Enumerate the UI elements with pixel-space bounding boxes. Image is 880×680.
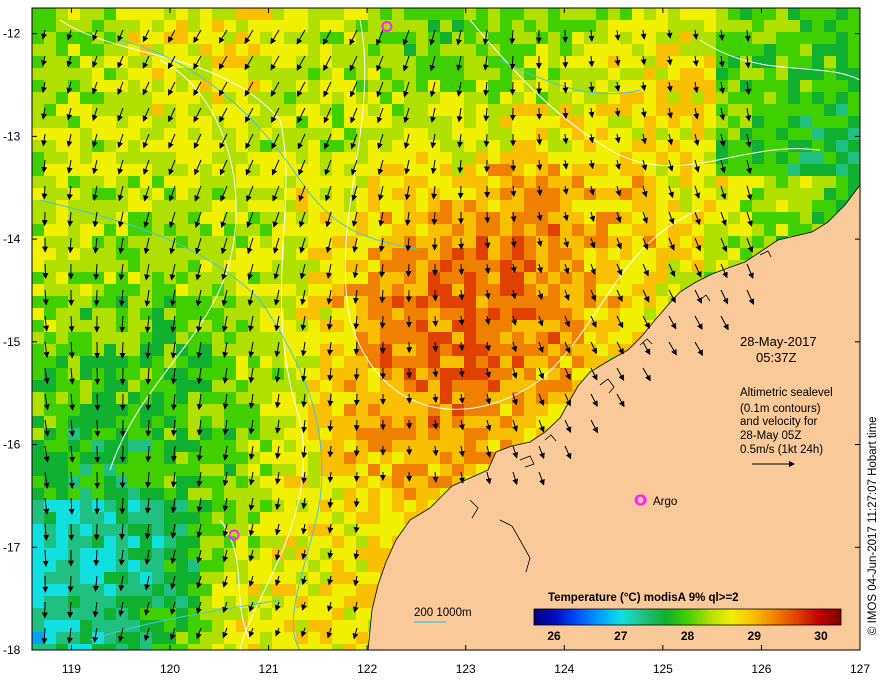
annotation-line-5: 0.5m/s (1kt 24h) bbox=[740, 444, 823, 456]
longitude-tick-label: 122 bbox=[357, 662, 377, 676]
sea-surface-temperature-map: -12 -13 -14 -15 -16 -17 -18 119 120 121 122 123 124… bbox=[3, 7, 879, 676]
colorbar-tick-label: 29 bbox=[748, 629, 762, 643]
colorbar-tick-label: 27 bbox=[614, 629, 628, 643]
latitude-tick-label: -16 bbox=[3, 438, 21, 452]
longitude-tick-label: 123 bbox=[456, 662, 476, 676]
latitude-tick-label: -15 bbox=[3, 335, 21, 349]
colorbar-tick-label: 28 bbox=[681, 629, 695, 643]
longitude-tick-label: 126 bbox=[751, 662, 771, 676]
longitude-tick-label: 119 bbox=[62, 662, 81, 676]
annotation-line-3: and velocity for bbox=[740, 416, 818, 428]
colorbar-title: Temperature (°C) modisA 9% ql>=2 bbox=[548, 592, 739, 604]
colorbar-tick-label: 30 bbox=[814, 629, 828, 643]
latitude-tick-label: -13 bbox=[3, 129, 21, 143]
colorbar-tick-label: 26 bbox=[547, 629, 561, 643]
annotation-line-1: Altimetric sealevel bbox=[740, 387, 833, 399]
longitude-tick-label: 121 bbox=[259, 662, 279, 676]
latitude-tick-label: -18 bbox=[3, 643, 21, 657]
credit-text: © IMOS 04-Jun-2017 11:27:07 Hobart time bbox=[867, 416, 879, 635]
latitude-tick-label: -17 bbox=[3, 540, 21, 554]
colorbar bbox=[533, 608, 842, 626]
latitude-tick-label: -14 bbox=[3, 232, 21, 246]
annotation-line-4: 28-May 05Z bbox=[740, 430, 801, 442]
time-label: 05:37Z bbox=[756, 350, 797, 365]
annotation-line-2: (0.1m contours) bbox=[740, 403, 821, 415]
date-label: 28-May-2017 bbox=[740, 334, 817, 349]
longitude-tick-label: 120 bbox=[160, 662, 180, 676]
isobath-legend-label: 200 1000m bbox=[414, 607, 472, 619]
latitude-tick-label: -12 bbox=[3, 27, 21, 41]
argo-legend-label: Argo bbox=[653, 496, 677, 508]
longitude-tick-label: 124 bbox=[554, 662, 574, 676]
longitude-tick-label: 125 bbox=[653, 662, 673, 676]
longitude-tick-label: 127 bbox=[850, 662, 870, 676]
